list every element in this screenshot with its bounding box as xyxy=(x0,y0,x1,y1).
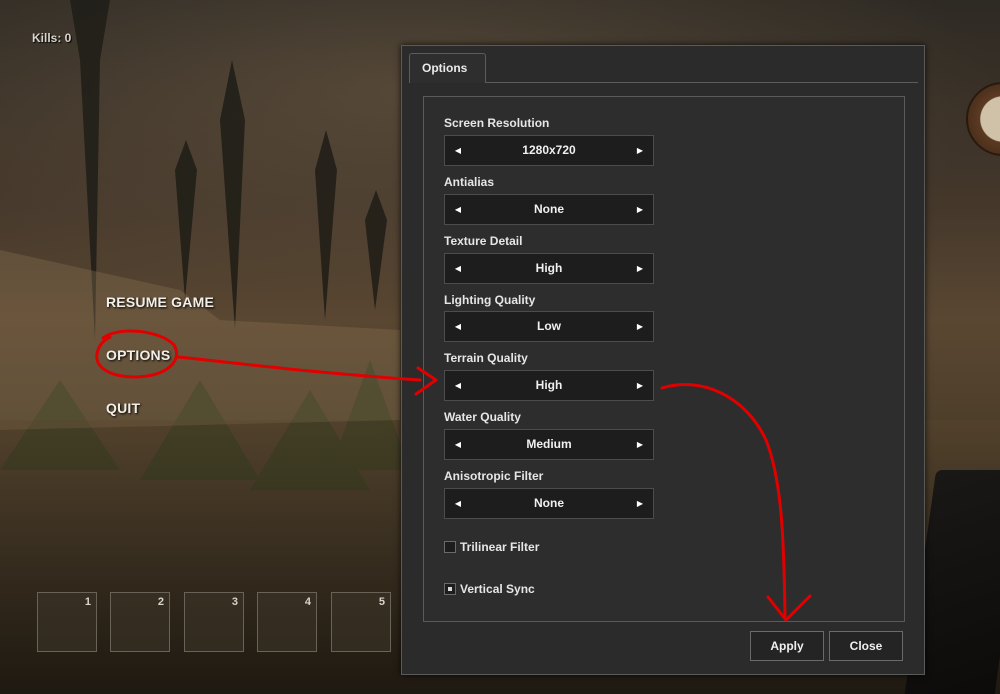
screen-resolution-label: Screen Resolution xyxy=(444,116,550,130)
hotbar-slot-5[interactable]: 5 xyxy=(331,592,391,652)
antialias-selector: ◀ None ▶ xyxy=(444,194,654,225)
triangle-left-icon[interactable]: ◀ xyxy=(447,254,469,283)
triangle-right-icon[interactable]: ▶ xyxy=(629,430,651,459)
triangle-right-icon[interactable]: ▶ xyxy=(629,254,651,283)
texture-detail-selector: ◀ High ▶ xyxy=(444,253,654,284)
kills-counter: Kills: 0 xyxy=(32,31,72,45)
slot-number: 2 xyxy=(157,596,164,608)
slot-number: 5 xyxy=(378,596,385,608)
water-quality-selector: ◀ Medium ▶ xyxy=(444,429,654,460)
lighting-quality-selector: ◀ Low ▶ xyxy=(444,311,654,342)
hotbar-slot-4[interactable]: 4 xyxy=(257,592,317,652)
triangle-left-icon[interactable]: ◀ xyxy=(447,489,469,518)
triangle-left-icon[interactable]: ◀ xyxy=(447,136,469,165)
screen-resolution-value: 1280x720 xyxy=(522,143,576,157)
triangle-left-icon[interactable]: ◀ xyxy=(447,195,469,224)
terrain-quality-label: Terrain Quality xyxy=(444,351,528,365)
trilinear-filter-checkbox[interactable]: Trilinear Filter xyxy=(444,538,539,556)
water-quality-value: Medium xyxy=(526,437,572,451)
water-quality-label: Water Quality xyxy=(444,410,521,424)
antialias-label: Antialias xyxy=(444,175,495,189)
triangle-left-icon[interactable]: ◀ xyxy=(447,312,469,341)
close-button[interactable]: Close xyxy=(829,631,903,661)
slot-number: 4 xyxy=(304,596,311,608)
slot-number: 1 xyxy=(84,596,91,608)
anisotropic-filter-value: None xyxy=(534,496,564,510)
triangle-right-icon[interactable]: ▶ xyxy=(629,136,651,165)
lighting-quality-value: Low xyxy=(537,319,561,333)
triangle-left-icon[interactable]: ◀ xyxy=(447,430,469,459)
options-dialog: Options Screen Resolution ◀ 1280x720 ▶ A… xyxy=(401,45,925,675)
slot-number: 3 xyxy=(231,596,238,608)
texture-detail-value: High xyxy=(535,261,563,275)
terrain-quality-selector: ◀ High ▶ xyxy=(444,370,654,401)
triangle-right-icon[interactable]: ▶ xyxy=(629,489,651,518)
vertical-sync-label: Vertical Sync xyxy=(460,581,535,596)
triangle-right-icon[interactable]: ▶ xyxy=(629,371,651,400)
quit-menu-item[interactable]: QUIT xyxy=(106,400,140,416)
anisotropic-filter-label: Anisotropic Filter xyxy=(444,469,544,483)
apply-button[interactable]: Apply xyxy=(750,631,824,661)
terrain-quality-value: High xyxy=(535,378,563,392)
resume-game-menu-item[interactable]: RESUME GAME xyxy=(106,294,214,310)
lighting-quality-label: Lighting Quality xyxy=(444,293,536,307)
triangle-left-icon[interactable]: ◀ xyxy=(447,371,469,400)
hotbar-slot-3[interactable]: 3 xyxy=(184,592,244,652)
screen-resolution-selector: ◀ 1280x720 ▶ xyxy=(444,135,654,166)
options-menu-item[interactable]: OPTIONS xyxy=(106,347,170,363)
hotbar-slot-2[interactable]: 2 xyxy=(110,592,170,652)
texture-detail-label: Texture Detail xyxy=(444,234,523,248)
checkbox-unchecked-icon[interactable] xyxy=(444,540,456,553)
triangle-right-icon[interactable]: ▶ xyxy=(629,312,651,341)
trilinear-filter-label: Trilinear Filter xyxy=(460,539,540,554)
tab-options[interactable]: Options xyxy=(409,53,486,83)
antialias-value: None xyxy=(534,202,564,216)
anisotropic-filter-selector: ◀ None ▶ xyxy=(444,488,654,519)
tab-divider xyxy=(486,82,918,83)
triangle-right-icon[interactable]: ▶ xyxy=(629,195,651,224)
vertical-sync-checkbox[interactable]: Vertical Sync xyxy=(444,580,535,598)
checkbox-checked-icon[interactable] xyxy=(444,582,456,595)
hotbar-slot-1[interactable]: 1 xyxy=(37,592,97,652)
